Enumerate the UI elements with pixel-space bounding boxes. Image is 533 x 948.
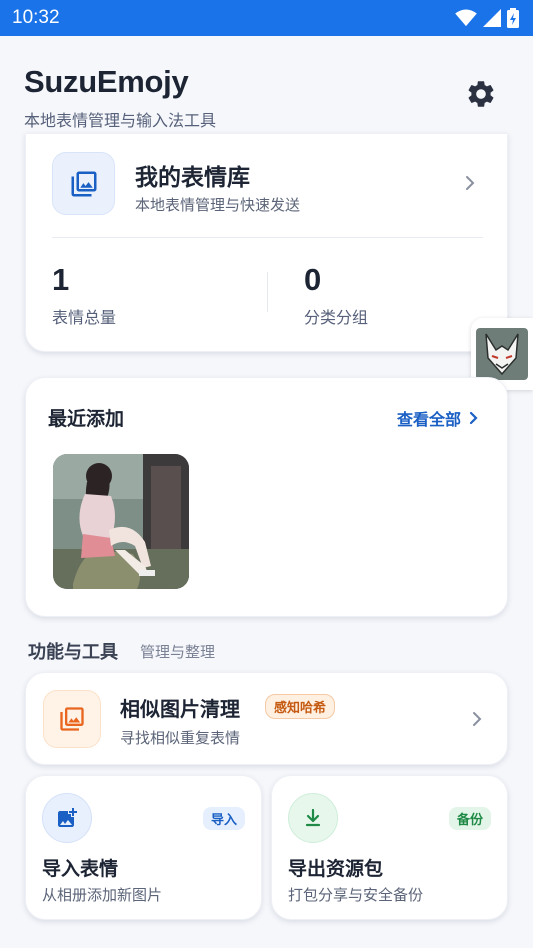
- similar-cleanup-badge: 感知哈希: [265, 694, 336, 719]
- export-title: 导出资源包: [288, 858, 384, 880]
- app-title: SuzuEmojy: [24, 64, 189, 99]
- tools-section-title: 功能与工具: [28, 642, 118, 663]
- library-card[interactable]: 我的表情库 本地表情管理与快速发送 1 表情总量 0 分类分组: [25, 133, 508, 352]
- app-subtitle: 本地表情管理与输入法工具: [24, 111, 217, 130]
- stat-groups-value: 0: [304, 262, 322, 297]
- import-card[interactable]: 导入 导入表情 从相册添加新图片: [25, 775, 262, 920]
- battery-icon: [507, 8, 519, 28]
- export-description: 打包分享与安全备份: [288, 886, 424, 904]
- recent-emoji-thumbnail[interactable]: [53, 454, 189, 589]
- download-icon: [305, 808, 321, 827]
- photo-library-icon: [71, 171, 96, 196]
- divider: [52, 237, 483, 238]
- recent-title: 最近添加: [48, 408, 125, 430]
- status-bar: 10:32: [0, 0, 533, 36]
- import-badge: 导入: [202, 807, 245, 830]
- chevron-right-icon: [471, 710, 483, 732]
- similar-cleanup-title: 相似图片清理: [120, 697, 240, 721]
- fox-mask-avatar: [476, 328, 528, 380]
- library-icon-tile: [52, 152, 115, 215]
- stat-total: 1 表情总量: [52, 262, 116, 328]
- chevron-right-icon: [469, 411, 478, 425]
- import-description: 从相册添加新图片: [42, 886, 163, 904]
- signal-icon: [483, 9, 501, 27]
- gear-icon: [468, 81, 494, 107]
- photo-stack-icon: [60, 707, 84, 731]
- similar-images-icon-tile: [43, 690, 101, 748]
- stat-total-label: 表情总量: [52, 308, 117, 327]
- status-time: 10:32: [12, 7, 60, 28]
- import-icon-tile: [42, 793, 92, 843]
- stat-separator: [267, 272, 268, 312]
- add-photo-icon: [58, 808, 77, 827]
- recent-card: 最近添加 查看全部: [25, 377, 508, 617]
- status-icons: [455, 8, 519, 28]
- settings-button[interactable]: [465, 78, 497, 110]
- library-title: 我的表情库: [135, 165, 250, 191]
- stat-groups-label: 分类分组: [304, 308, 369, 327]
- view-all-link[interactable]: 查看全部: [397, 406, 479, 430]
- chevron-right-icon: [463, 174, 477, 196]
- library-description: 本地表情管理与快速发送: [135, 196, 301, 214]
- export-badge: 备份: [448, 807, 491, 830]
- wifi-icon: [455, 9, 477, 27]
- view-all-label: 查看全部: [396, 410, 461, 429]
- stat-groups: 0 分类分组: [304, 262, 368, 328]
- tools-section-subtitle: 管理与整理: [140, 643, 216, 661]
- import-title: 导入表情: [42, 858, 119, 880]
- export-card[interactable]: 备份 导出资源包 打包分享与安全备份: [271, 775, 508, 920]
- stat-total-value: 1: [52, 262, 70, 297]
- similar-cleanup-description: 寻找相似重复表情: [120, 729, 241, 747]
- similar-cleanup-card[interactable]: 相似图片清理 感知哈希 寻找相似重复表情: [25, 672, 508, 765]
- export-icon-tile: [288, 793, 338, 843]
